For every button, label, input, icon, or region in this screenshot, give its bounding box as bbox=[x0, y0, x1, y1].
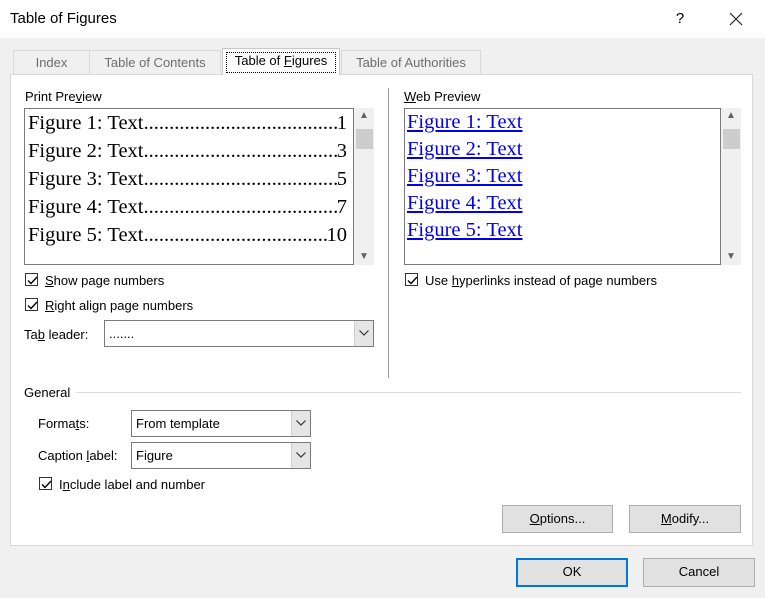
formats-select[interactable]: From template bbox=[131, 410, 311, 437]
general-divider bbox=[76, 392, 741, 393]
print-preview-entry: Figure 2: Text..........................… bbox=[27, 137, 347, 165]
print-preview-box: Figure 1: Text..........................… bbox=[24, 108, 354, 265]
help-button[interactable]: ? bbox=[664, 4, 696, 34]
checkmark-icon bbox=[41, 480, 52, 489]
entry-page: 1 bbox=[336, 112, 347, 134]
entry-page: 10 bbox=[326, 224, 348, 246]
entry-text: Figure 4: Text bbox=[28, 196, 144, 218]
entry-text: Figure 5: Text bbox=[28, 224, 144, 246]
tab-leader-value: ....... bbox=[109, 326, 135, 341]
entry-text: Figure 3: Text bbox=[28, 168, 144, 190]
checkmark-icon bbox=[27, 301, 38, 310]
dot-leader: ........................................… bbox=[143, 140, 337, 162]
include-label-checkbox[interactable] bbox=[39, 477, 52, 490]
tab-table-of-authorities-label: Table of Authorities bbox=[356, 55, 466, 70]
general-label: General bbox=[24, 385, 71, 400]
dot-leader: ........................................… bbox=[143, 168, 337, 190]
entry-text: Figure 1: Text bbox=[28, 112, 144, 134]
web-preview-scrollbar[interactable]: ▲ ▼ bbox=[721, 108, 741, 265]
modify-button[interactable]: Modify... bbox=[629, 505, 741, 533]
print-preview-list: Figure 1: Text..........................… bbox=[27, 109, 347, 249]
tab-leader-select[interactable]: ....... bbox=[104, 320, 374, 347]
web-preview-link: Figure 3: Text bbox=[407, 165, 523, 187]
web-preview-link: Figure 2: Text bbox=[407, 138, 523, 160]
dropdown-button[interactable] bbox=[354, 321, 373, 346]
chevron-down-icon bbox=[359, 330, 369, 336]
web-preview-label: Web Preview bbox=[404, 89, 481, 104]
caption-label-value: Figure bbox=[136, 448, 173, 463]
ok-button[interactable]: OK bbox=[516, 558, 628, 587]
web-preview-list: Figure 1: Text Figure 2: Text Figure 3: Te… bbox=[407, 109, 717, 244]
entry-text: Figure 2: Text bbox=[28, 140, 144, 162]
formats-value: From template bbox=[136, 416, 220, 431]
web-preview-link: Figure 1: Text bbox=[407, 111, 523, 133]
print-preview-label: Print Preview bbox=[25, 89, 102, 104]
chevron-down-icon bbox=[296, 452, 306, 458]
print-preview-scrollbar[interactable]: ▲ ▼ bbox=[354, 108, 374, 265]
scroll-up-icon[interactable]: ▲ bbox=[354, 108, 374, 124]
tab-table-of-figures[interactable]: Table of Figures bbox=[222, 48, 340, 75]
print-preview-entry: Figure 5: Text..........................… bbox=[27, 221, 347, 249]
scroll-thumb[interactable] bbox=[723, 129, 740, 149]
caption-label-select[interactable]: Figure bbox=[131, 442, 311, 469]
vertical-divider bbox=[388, 88, 389, 378]
right-align-label[interactable]: Right align page numbers bbox=[45, 298, 193, 313]
tab-index-label: Index bbox=[35, 55, 68, 70]
scroll-thumb[interactable] bbox=[356, 129, 373, 149]
dot-leader: ........................................… bbox=[143, 196, 337, 218]
right-align-checkbox[interactable] bbox=[25, 298, 38, 311]
tab-index[interactable]: Index bbox=[13, 50, 90, 74]
cancel-button[interactable]: Cancel bbox=[643, 558, 755, 587]
tab-leader-label: Tab leader: bbox=[24, 327, 89, 342]
include-label-text[interactable]: Include label and number bbox=[59, 477, 205, 492]
dropdown-button[interactable] bbox=[291, 411, 310, 436]
dot-leader: ........................................… bbox=[143, 112, 337, 134]
dot-leader: ........................................… bbox=[143, 224, 326, 246]
print-preview-entry: Figure 4: Text..........................… bbox=[27, 193, 347, 221]
close-icon bbox=[729, 12, 743, 26]
print-preview-entry: Figure 1: Text..........................… bbox=[27, 109, 347, 137]
close-button[interactable] bbox=[720, 4, 752, 34]
chevron-down-icon bbox=[296, 420, 306, 426]
entry-page: 5 bbox=[336, 168, 347, 190]
web-preview-link: Figure 4: Text bbox=[407, 192, 523, 214]
use-hyperlinks-label[interactable]: Use hyperlinks instead of page numbers bbox=[425, 273, 657, 288]
tab-table-of-contents-label: Table of Contents bbox=[104, 55, 206, 70]
tab-table-of-contents[interactable]: Table of Contents bbox=[89, 50, 221, 74]
focus-rectangle bbox=[226, 52, 336, 73]
checkmark-icon bbox=[27, 276, 38, 285]
entry-page: 3 bbox=[336, 140, 347, 162]
show-page-numbers-checkbox[interactable] bbox=[25, 273, 38, 286]
formats-label: Formats: bbox=[38, 416, 90, 431]
use-hyperlinks-checkbox[interactable] bbox=[405, 273, 418, 286]
caption-label-label: Caption label: bbox=[38, 448, 118, 463]
window-title: Table of Figures bbox=[10, 10, 117, 27]
scroll-up-icon[interactable]: ▲ bbox=[721, 108, 741, 124]
entry-page: 7 bbox=[336, 196, 347, 218]
web-preview-link: Figure 5: Text bbox=[407, 219, 523, 241]
show-page-numbers-label[interactable]: Show page numbers bbox=[45, 273, 164, 288]
tab-table-of-authorities[interactable]: Table of Authorities bbox=[341, 50, 481, 74]
web-preview-box: Figure 1: Text Figure 2: Text Figure 3: Te… bbox=[404, 108, 721, 265]
scroll-down-icon[interactable]: ▼ bbox=[354, 249, 374, 265]
dropdown-button[interactable] bbox=[291, 443, 310, 468]
print-preview-entry: Figure 3: Text..........................… bbox=[27, 165, 347, 193]
checkmark-icon bbox=[407, 276, 418, 285]
scroll-down-icon[interactable]: ▼ bbox=[721, 249, 741, 265]
options-button[interactable]: Options... bbox=[502, 505, 613, 533]
